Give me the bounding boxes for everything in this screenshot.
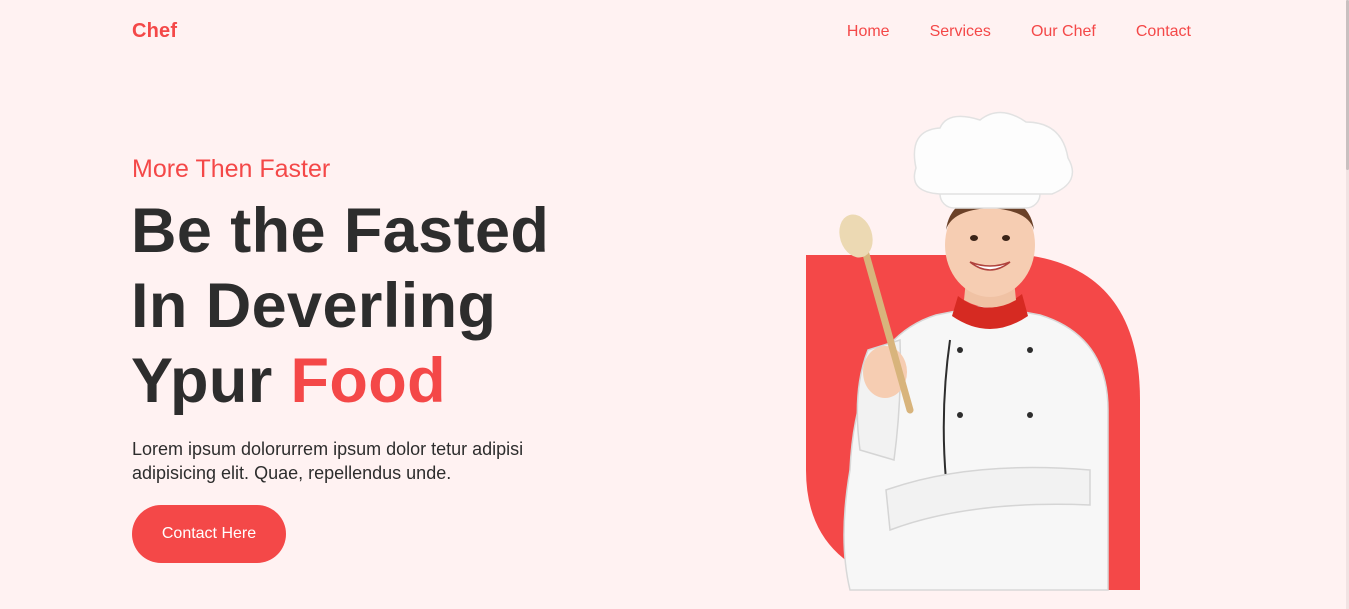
main-nav: Home Services Our Chef Contact — [847, 22, 1191, 42]
chef-illustration — [806, 111, 1140, 591]
hero-tagline: More Then Faster — [132, 155, 331, 183]
contact-here-button[interactable]: Contact Here — [132, 505, 286, 563]
nav-link-our-chef[interactable]: Our Chef — [1031, 22, 1096, 42]
hero-description: Lorem ipsum dolorurrem ipsum dolor tetur… — [132, 439, 524, 483]
nav-link-home[interactable]: Home — [847, 22, 890, 42]
landing-page: Chef Home Services Our Chef Contact More… — [0, 0, 1349, 609]
headline-accent-word: Food — [290, 346, 447, 416]
brand-logo[interactable]: Chef — [132, 20, 177, 43]
chef-hat — [913, 111, 1074, 195]
nav-link-contact[interactable]: Contact — [1136, 22, 1191, 42]
nav-link-services[interactable]: Services — [930, 22, 991, 42]
headline-line-2: In Deverling — [131, 271, 497, 341]
headline-line-3-prefix: Ypur — [131, 346, 291, 416]
hero-headline: Be the Fasted In Deverling Ypur Food — [131, 194, 549, 419]
headline-line-1: Be the Fasted — [131, 196, 550, 266]
